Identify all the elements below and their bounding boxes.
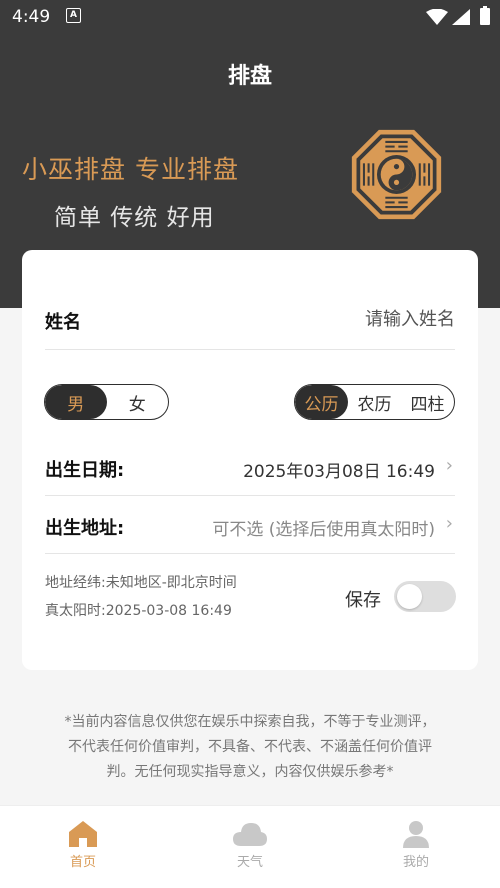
solar-time-info: 真太阳时:2025-03-08 16:49 (45, 603, 232, 619)
calendar-option-lunar[interactable]: 农历 (348, 385, 401, 419)
birth-date-label: 出生日期: (45, 460, 125, 481)
disclaimer: *当前内容信息仅供您在娱乐中探索自我，不等于专业测评， 不代表任何价值审判，不具… (26, 710, 474, 785)
birth-place-label: 出生地址: (45, 518, 125, 539)
person-icon (403, 821, 429, 848)
tab-label: 天气 (236, 855, 263, 870)
gender-option-female[interactable]: 女 (107, 385, 169, 419)
location-info: 地址经纬:未知地区-即北京时间 (45, 575, 237, 591)
gender-option-male[interactable]: 男 (45, 385, 107, 419)
status-time: 4:49 (12, 7, 51, 27)
status-bar: 4:49 A (0, 0, 500, 34)
birth-place-value: 可不选 (选择后使用真太阳时) (212, 520, 435, 540)
name-input[interactable] (255, 304, 455, 334)
birth-place-row[interactable]: 出生地址: 可不选 (选择后使用真太阳时) › (45, 498, 455, 554)
calendar-selector: 公历 农历 四柱 (294, 384, 455, 420)
toggle-knob (397, 584, 422, 609)
home-icon (69, 821, 97, 847)
cloud-icon (233, 823, 267, 846)
name-row: 姓名 (45, 300, 455, 350)
wifi-icon (426, 9, 448, 25)
hero-slogan: 小巫排盘 专业排盘 (22, 155, 239, 184)
chevron-right-icon: › (445, 455, 453, 476)
birth-info-card: 姓名 男 女 公历 农历 四柱 出生日期: 2025年03月08日 16:49 … (22, 250, 478, 670)
tab-label: 首页 (69, 855, 96, 870)
disclaimer-line: *当前内容信息仅供您在娱乐中探索自我，不等于专业测评， (64, 714, 436, 730)
tab-label: 我的 (402, 855, 429, 870)
tab-home[interactable]: 首页 (33, 820, 133, 870)
tab-mine[interactable]: 我的 (366, 820, 466, 870)
chevron-right-icon: › (445, 513, 453, 534)
gender-selector: 男 女 (44, 384, 169, 420)
hero-tagline: 简单 传统 好用 (54, 205, 215, 231)
battery-icon (480, 6, 490, 25)
notification-icon: A (66, 8, 81, 23)
birth-date-row[interactable]: 出生日期: 2025年03月08日 16:49 › (45, 440, 455, 496)
save-label: 保存 (345, 590, 381, 611)
tab-weather[interactable]: 天气 (200, 820, 300, 870)
name-label: 姓名 (45, 312, 81, 333)
cellular-icon (452, 9, 470, 25)
disclaimer-line: 判。无任何现实指导意义，内容仅供娱乐参考* (106, 764, 394, 780)
calendar-option-four-pillars[interactable]: 四柱 (401, 385, 454, 419)
disclaimer-line: 不代表任何价值审判，不具备、不代表、不涵盖任何价值评 (68, 739, 432, 755)
calendar-option-solar[interactable]: 公历 (295, 385, 348, 419)
page-title: 排盘 (227, 64, 272, 89)
birth-date-value: 2025年03月08日 16:49 (243, 462, 435, 482)
bagua-taiji-icon (351, 129, 442, 220)
bottom-tab-bar: 首页 天气 我的 (0, 805, 500, 888)
save-toggle[interactable] (394, 581, 456, 612)
